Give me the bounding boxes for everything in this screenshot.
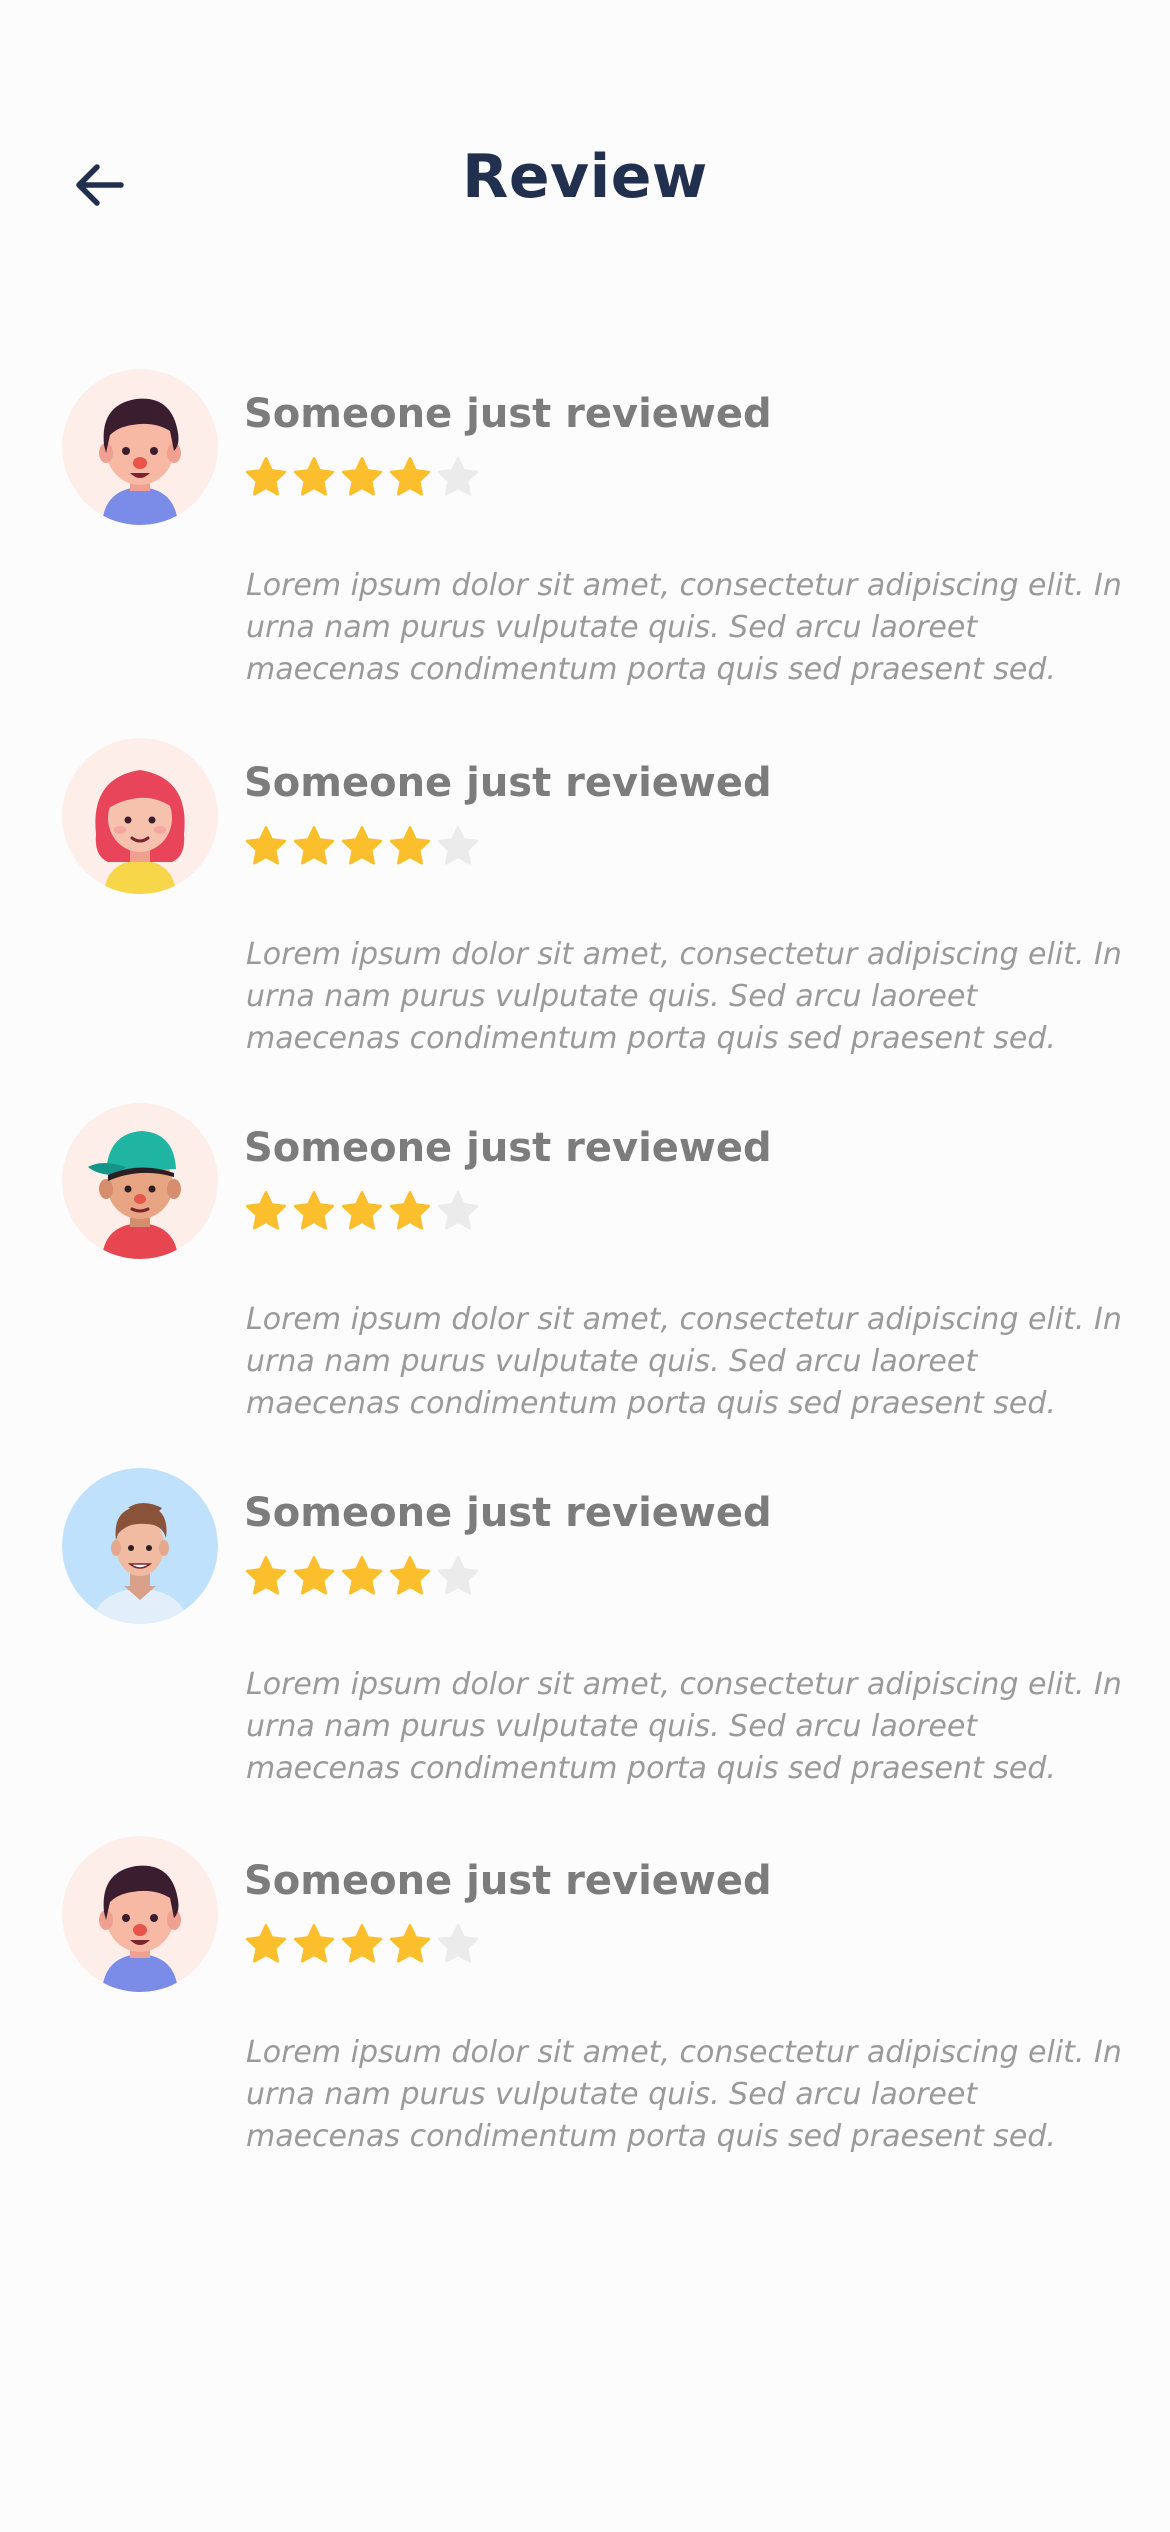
star-filled-icon: [388, 824, 436, 870]
avatar-boy-cap-icon: [62, 1103, 218, 1259]
review-item: Someone just reviewed Lorem ipsum dolor …: [0, 369, 1170, 699]
review-text: Lorem ipsum dolor sit amet, consectetur …: [246, 937, 1122, 1056]
review-title: Someone just reviewed: [244, 1125, 772, 1171]
star-filled-icon: [292, 1189, 340, 1235]
review-title: Someone just reviewed: [244, 1490, 772, 1536]
review-text: Lorem ipsum dolor sit amet, consectetur …: [246, 1302, 1122, 1421]
review-text: Lorem ipsum dolor sit amet, consectetur …: [246, 1667, 1122, 1786]
star-filled-icon: [292, 824, 340, 870]
star-rating: [244, 1554, 484, 1600]
review-item: Someone just reviewed Lorem ipsum dolor …: [0, 738, 1170, 1068]
star-filled-icon: [388, 1922, 436, 1968]
star-filled-icon: [292, 1922, 340, 1968]
star-filled-icon: [244, 455, 292, 501]
review-item: Someone just reviewed Lorem ipsum dolor …: [0, 1103, 1170, 1433]
star-filled-icon: [340, 1922, 388, 1968]
avatar-man-brown-hair-icon: [62, 1468, 218, 1624]
star-filled-icon: [340, 1189, 388, 1235]
star-filled-icon: [340, 824, 388, 870]
review-title: Someone just reviewed: [244, 391, 772, 437]
review-item: Someone just reviewed Lorem ipsum dolor …: [0, 1836, 1170, 2166]
star-empty-icon: [436, 1189, 484, 1235]
avatar-boy-dark-hair-icon: [62, 1836, 218, 1992]
header: Review: [0, 0, 1170, 300]
star-empty-icon: [436, 824, 484, 870]
star-filled-icon: [244, 1554, 292, 1600]
star-empty-icon: [436, 455, 484, 501]
star-filled-icon: [292, 1554, 340, 1600]
star-filled-icon: [340, 1554, 388, 1600]
star-empty-icon: [436, 1922, 484, 1968]
review-title: Someone just reviewed: [244, 760, 772, 806]
review-title: Someone just reviewed: [244, 1858, 772, 1904]
star-filled-icon: [388, 455, 436, 501]
star-filled-icon: [388, 1554, 436, 1600]
star-filled-icon: [244, 1189, 292, 1235]
star-filled-icon: [292, 455, 340, 501]
avatar-girl-red-hair-icon: [62, 738, 218, 894]
star-filled-icon: [244, 1922, 292, 1968]
star-filled-icon: [388, 1189, 436, 1235]
star-rating: [244, 1922, 484, 1968]
star-rating: [244, 455, 484, 501]
star-filled-icon: [340, 455, 388, 501]
star-filled-icon: [244, 824, 292, 870]
review-text: Lorem ipsum dolor sit amet, consectetur …: [246, 2035, 1122, 2154]
review-item: Someone just reviewed Lorem ipsum dolor …: [0, 1468, 1170, 1798]
star-rating: [244, 1189, 484, 1235]
page-title: Review: [462, 142, 708, 212]
avatar-boy-dark-hair-icon: [62, 369, 218, 525]
review-text: Lorem ipsum dolor sit amet, consectetur …: [246, 568, 1122, 687]
star-empty-icon: [436, 1554, 484, 1600]
star-rating: [244, 824, 484, 870]
